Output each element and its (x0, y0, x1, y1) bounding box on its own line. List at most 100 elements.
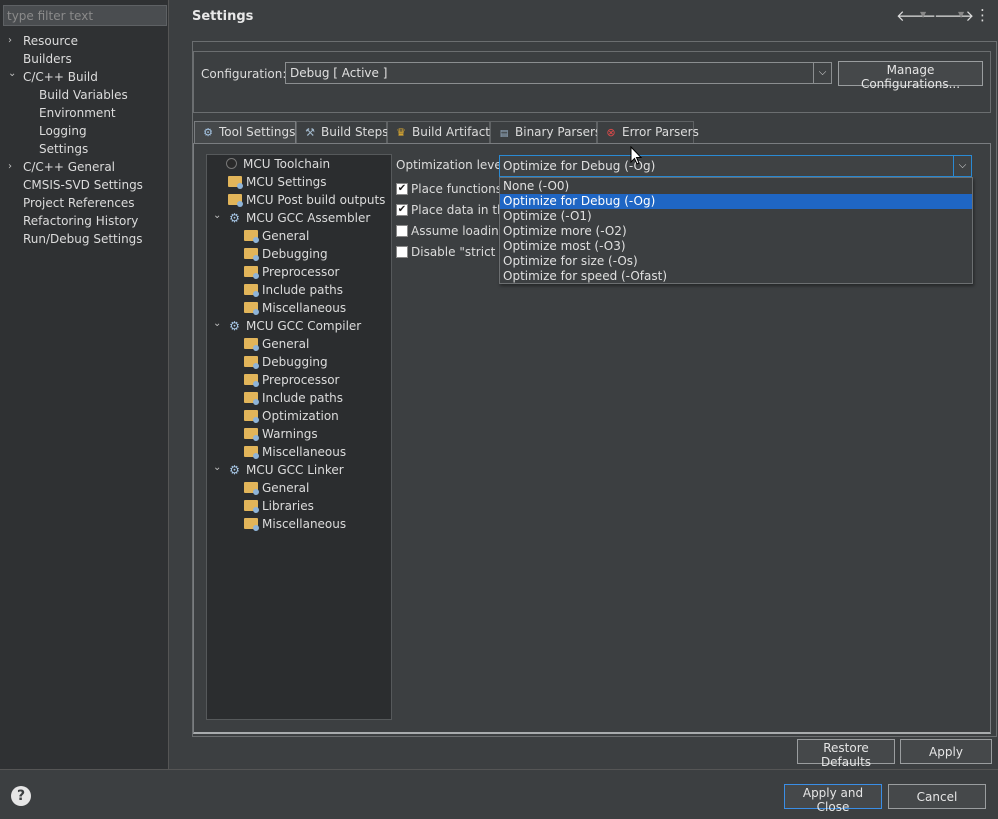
help-icon[interactable]: ? (11, 786, 31, 806)
configuration-select[interactable]: Debug [ Active ] ⌵ (285, 62, 832, 84)
nav-item-environment[interactable]: Environment (39, 104, 116, 122)
page-title: Settings (192, 9, 254, 24)
tab-build-steps[interactable]: ⚒ Build Steps (296, 121, 389, 143)
trophy-icon: ♛ (396, 126, 406, 139)
tree-item-compiler-warnings[interactable]: Warnings (244, 425, 318, 443)
manage-configurations-button[interactable]: Manage Configurations... (838, 61, 983, 91)
filter-input[interactable] (3, 5, 167, 26)
tree-item-label: Warnings (262, 427, 318, 441)
checkbox-label: Assume loading (411, 224, 500, 238)
nav-item-build-variables[interactable]: Build Variables (39, 86, 128, 104)
nav-item-logging[interactable]: Logging (39, 122, 87, 140)
optimization-level-label: Optimization level (396, 158, 506, 172)
chevron-right-icon[interactable]: › (8, 32, 12, 50)
place-data-checkbox-row[interactable]: ✔ Place data in the (396, 203, 500, 219)
dropdown-option-optimize-for-debug[interactable]: Optimize for Debug (-Og) (500, 194, 972, 209)
tab-build-artifact[interactable]: ♛ Build Artifact (387, 121, 490, 143)
tree-item-mcu-toolchain[interactable]: MCU Toolchain (226, 155, 330, 173)
back-history-dropdown-icon[interactable]: ▼ (920, 10, 926, 19)
place-functions-checkbox[interactable]: ✔ (396, 183, 408, 195)
dropdown-option-optimize-most[interactable]: Optimize most (-O3) (500, 239, 972, 254)
tree-item-mcu-gcc-linker[interactable]: ⚙ MCU GCC Linker (228, 461, 344, 479)
disable-strict-aliasing-checkbox[interactable] (396, 246, 408, 258)
folder-icon (244, 482, 259, 495)
tab-label: Build Artifact (412, 125, 490, 139)
tree-item-label: Preprocessor (262, 265, 340, 279)
dropdown-option-optimize-speed[interactable]: Optimize for speed (-Ofast) (500, 269, 972, 284)
tree-item-compiler-general[interactable]: General (244, 335, 309, 353)
back-arrow-icon[interactable]: 🡐 (896, 6, 936, 25)
chevron-down-icon[interactable]: ⌵ (813, 63, 831, 83)
gear-icon: ⚙ (203, 126, 213, 139)
nav-item-run-debug-settings[interactable]: Run/Debug Settings (23, 230, 143, 248)
chevron-down-icon[interactable]: ⌄ (213, 210, 221, 221)
checkbox-label: Disable "strict ali (411, 245, 500, 259)
optimization-level-select[interactable]: Optimize for Debug (-Og) ⌵ (499, 155, 972, 177)
dropdown-option-none[interactable]: None (-O0) (500, 179, 972, 194)
restore-defaults-button[interactable]: Restore Defaults (797, 739, 895, 769)
nav-item-refactoring-history[interactable]: Refactoring History (23, 212, 138, 230)
tree-item-linker-general[interactable]: General (244, 479, 309, 497)
tree-item-mcu-gcc-compiler[interactable]: ⚙ MCU GCC Compiler (228, 317, 361, 335)
disable-strict-aliasing-checkbox-row[interactable]: Disable "strict ali (396, 245, 500, 261)
tab-tool-settings[interactable]: ⚙ Tool Settings (194, 121, 296, 143)
chevron-down-icon[interactable]: ⌄ (213, 462, 221, 473)
folder-icon (244, 428, 259, 441)
assume-loading-checkbox[interactable] (396, 225, 408, 237)
tab-binary-parsers[interactable]: ▤ Binary Parsers (490, 121, 601, 143)
tree-item-mcu-settings[interactable]: MCU Settings (228, 173, 327, 191)
nav-item-builders[interactable]: Builders (23, 50, 72, 68)
tree-item-label: Optimization (262, 409, 339, 423)
assume-loading-checkbox-row[interactable]: Assume loading (396, 224, 500, 240)
tree-item-assembler-include-paths[interactable]: Include paths (244, 281, 343, 299)
tree-item-compiler-optimization[interactable]: Optimization (244, 407, 339, 425)
optimization-level-dropdown-list[interactable]: None (-O0) Optimize for Debug (-Og) Opti… (499, 177, 973, 284)
chevron-right-icon[interactable]: › (8, 158, 12, 176)
dropdown-option-optimize-more[interactable]: Optimize more (-O2) (500, 224, 972, 239)
folder-icon (244, 446, 259, 459)
tree-item-linker-miscellaneous[interactable]: Miscellaneous (244, 515, 346, 533)
forward-history-dropdown-icon[interactable]: ▼ (958, 10, 964, 19)
tree-item-label: Include paths (262, 283, 344, 297)
chevron-down-icon[interactable]: ⌄ (213, 318, 221, 329)
folder-icon (244, 230, 259, 243)
folder-icon (244, 500, 259, 513)
tree-item-label: Preprocessor (262, 373, 340, 387)
place-functions-checkbox-row[interactable]: ✔ Place functions i (396, 182, 500, 198)
tree-item-compiler-include-paths[interactable]: Include paths (244, 389, 343, 407)
tab-error-parsers[interactable]: ⊗ Error Parsers (597, 121, 699, 143)
tree-item-assembler-miscellaneous[interactable]: Miscellaneous (244, 299, 346, 317)
dropdown-option-optimize-o1[interactable]: Optimize (-O1) (500, 209, 972, 224)
nav-item-project-references[interactable]: Project References (23, 194, 135, 212)
tree-item-label: MCU GCC Linker (246, 463, 344, 477)
dropdown-option-optimize-size[interactable]: Optimize for size (-Os) (500, 254, 972, 269)
place-data-checkbox[interactable]: ✔ (396, 204, 408, 216)
tool-gear-icon: ⚙ (229, 211, 240, 225)
folder-icon (244, 302, 259, 315)
tree-item-label: MCU Toolchain (243, 157, 331, 171)
tree-item-compiler-preprocessor[interactable]: Preprocessor (244, 371, 339, 389)
nav-item-cmsis-svd-settings[interactable]: CMSIS-SVD Settings (23, 176, 143, 194)
tree-item-compiler-miscellaneous[interactable]: Miscellaneous (244, 443, 346, 461)
tree-item-assembler-preprocessor[interactable]: Preprocessor (244, 263, 339, 281)
tree-item-mcu-gcc-assembler[interactable]: ⚙ MCU GCC Assembler (228, 209, 370, 227)
tree-item-compiler-debugging[interactable]: Debugging (244, 353, 328, 371)
tree-item-label: Debugging (262, 247, 328, 261)
toolchain-icon (226, 158, 237, 169)
chevron-down-icon[interactable]: ⌄ (8, 65, 16, 83)
tab-label: Tool Settings (219, 125, 296, 139)
folder-icon (244, 410, 259, 423)
nav-item-settings[interactable]: Settings (39, 140, 88, 158)
apply-and-close-button[interactable]: Apply and Close (784, 784, 882, 814)
forward-arrow-icon[interactable]: 🡒 (934, 6, 974, 25)
cancel-button[interactable]: Cancel (888, 784, 986, 809)
tree-item-assembler-general[interactable]: General (244, 227, 309, 245)
view-menu-icon[interactable]: ⋮ (975, 6, 990, 24)
tree-item-linker-libraries[interactable]: Libraries (244, 497, 314, 515)
chevron-down-icon[interactable]: ⌵ (953, 156, 971, 176)
tree-item-label: General (262, 337, 310, 351)
tree-item-mcu-post-build-outputs[interactable]: MCU Post build outputs (228, 191, 385, 209)
apply-button[interactable]: Apply (900, 739, 992, 764)
tab-label: Build Steps (321, 125, 389, 139)
tree-item-assembler-debugging[interactable]: Debugging (244, 245, 328, 263)
